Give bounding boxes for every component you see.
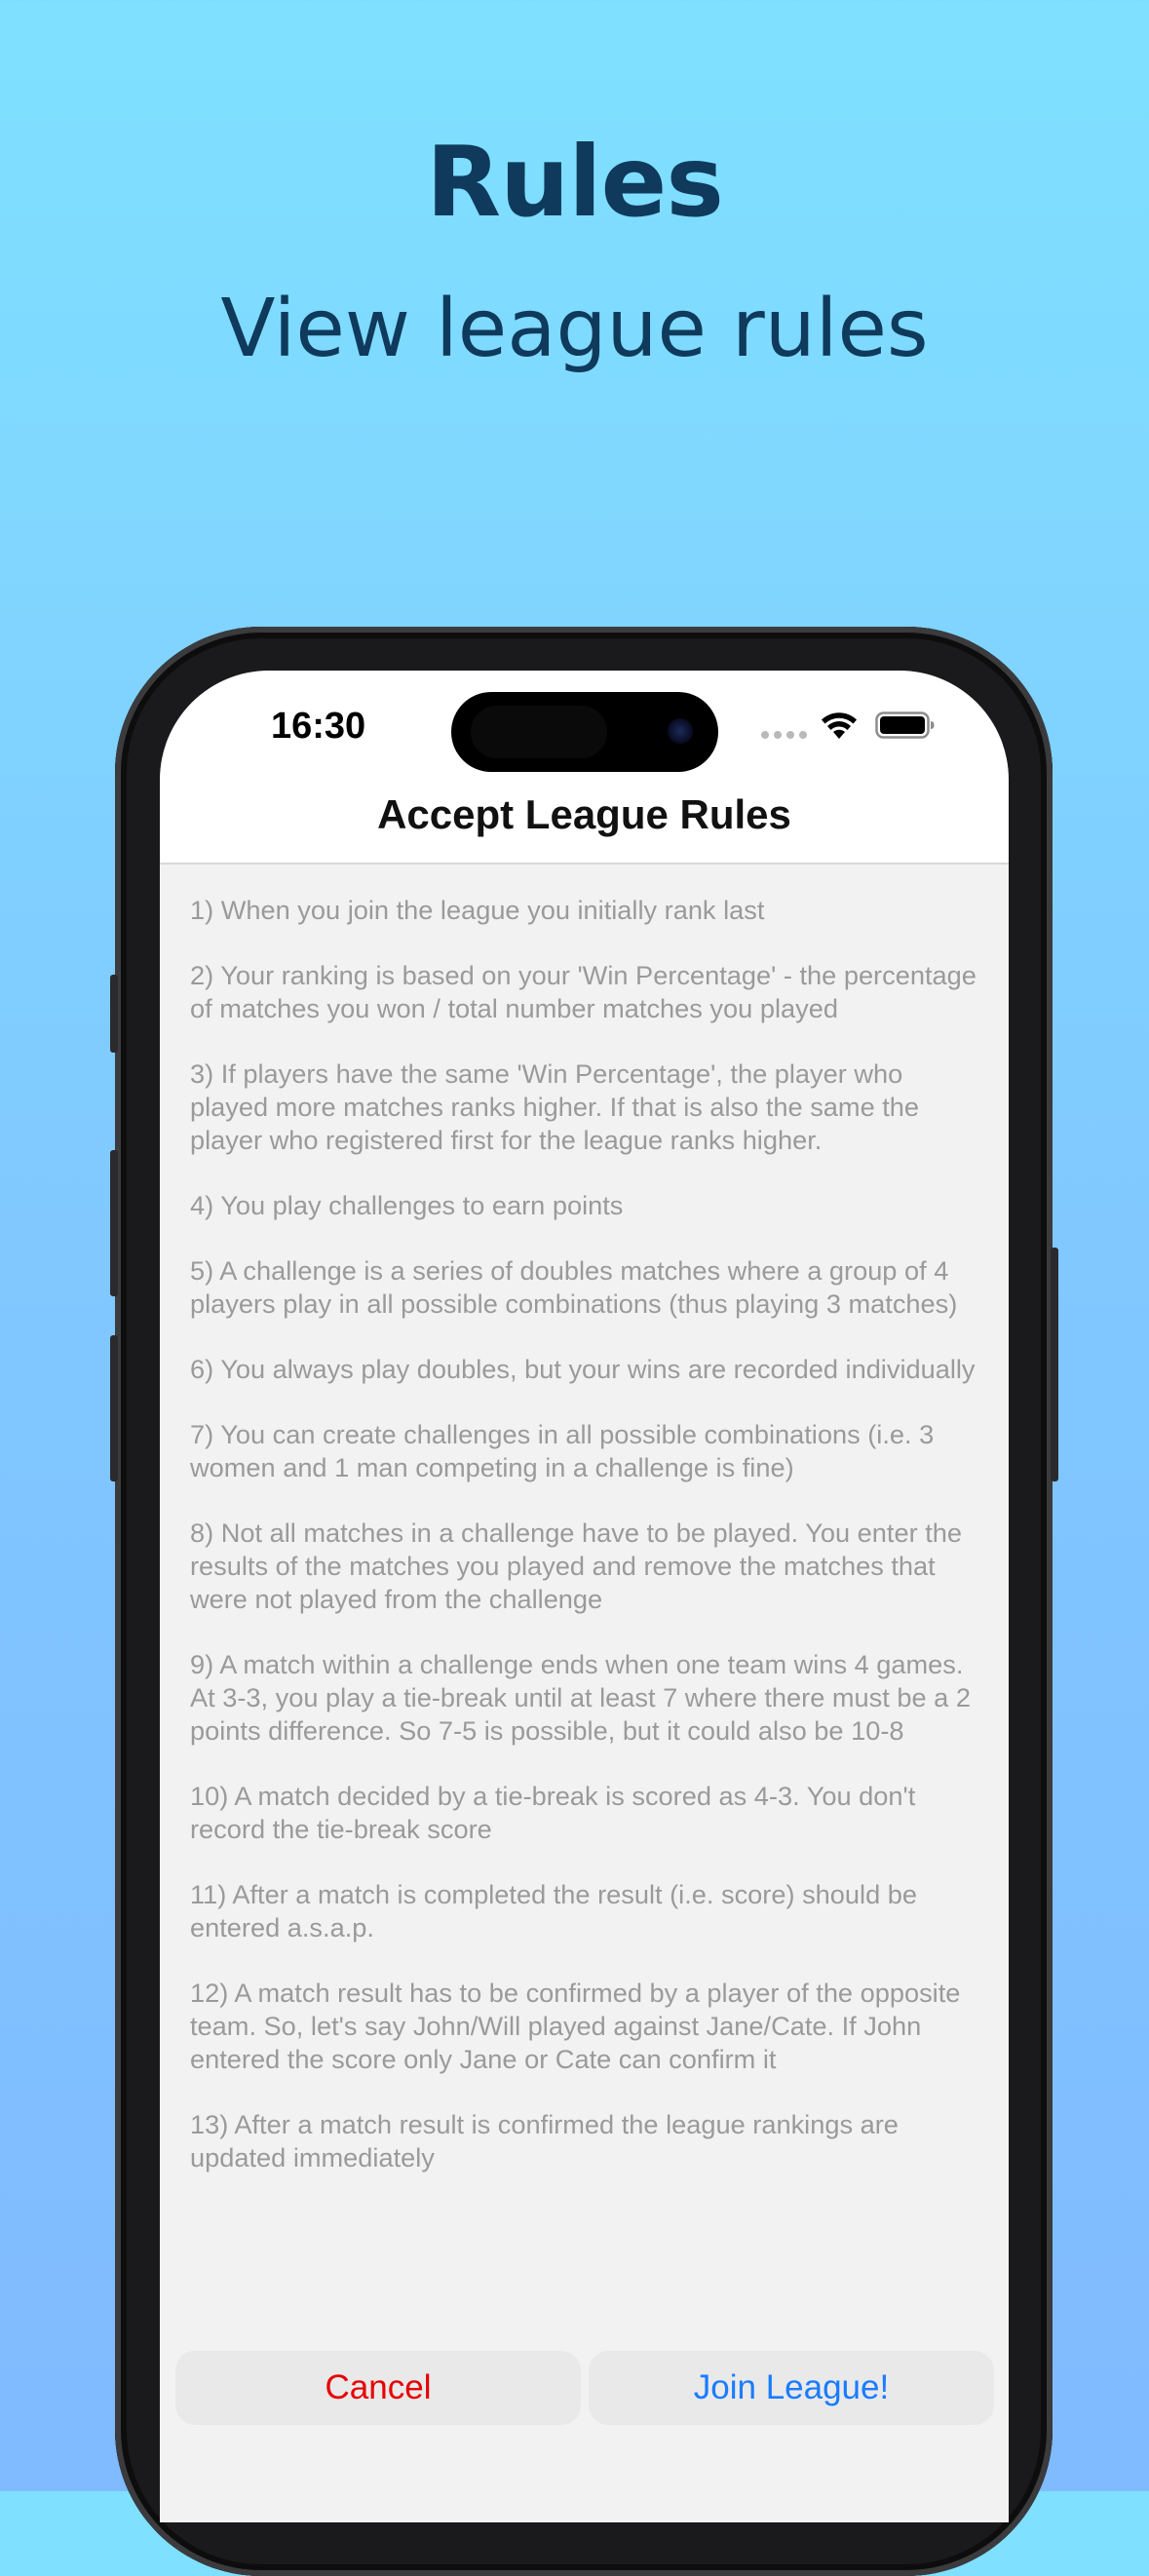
rule-item: 12) A match result has to be confirmed b…: [190, 1978, 961, 2074]
phone-volume-down-button: [110, 1335, 118, 1481]
join-league-button[interactable]: Join League!: [589, 2351, 994, 2425]
rule-item: 13) After a match result is confirmed th…: [190, 2109, 899, 2172]
rules-scroll-view[interactable]: 1) When you join the league you initiall…: [190, 865, 979, 2332]
battery-icon: [875, 711, 935, 739]
rule-item: 7) You can create challenges in all poss…: [190, 1419, 935, 1482]
signal-dots-icon: [761, 731, 807, 739]
nav-title: Accept League Rules: [377, 791, 791, 837]
rule-item: 4) You play challenges to earn points: [190, 1190, 624, 1220]
phone-screen: 16:30 Accept League Rules 1) When you jo…: [160, 671, 1009, 2522]
phone-action-button: [110, 975, 118, 1053]
rule-item: 10) A match decided by a tie-break is sc…: [190, 1781, 916, 1844]
rule-item: 6) You always play doubles, but your win…: [190, 1354, 976, 1384]
rule-item: 3) If players have the same 'Win Percent…: [190, 1058, 920, 1155]
rule-item: 2) Your ranking is based on your 'Win Pe…: [190, 960, 977, 1023]
rule-item: 9) A match within a challenge ends when …: [190, 1649, 971, 1746]
hero-title: Rules: [426, 125, 724, 239]
rule-item: 8) Not all matches in a challenge have t…: [190, 1518, 962, 1614]
hero-subtitle: View league rules: [220, 283, 929, 375]
status-time: 16:30: [271, 706, 366, 747]
island-sensor: [471, 706, 607, 758]
phone-power-button: [1051, 1248, 1058, 1481]
phone-volume-up-button: [110, 1150, 118, 1296]
bottom-button-bar: Cancel Join League!: [160, 2351, 1009, 2468]
rule-item: 1) When you join the league you initiall…: [190, 895, 765, 925]
dynamic-island: [451, 692, 718, 772]
rule-item: 11) After a match is completed the resul…: [190, 1879, 917, 1942]
cancel-button[interactable]: Cancel: [175, 2351, 581, 2425]
rules-panel: 1) When you join the league you initiall…: [160, 865, 1009, 2522]
rule-item: 5) A challenge is a series of doubles ma…: [190, 1255, 958, 1319]
front-camera-icon: [668, 718, 693, 744]
wifi-icon: [822, 712, 857, 739]
